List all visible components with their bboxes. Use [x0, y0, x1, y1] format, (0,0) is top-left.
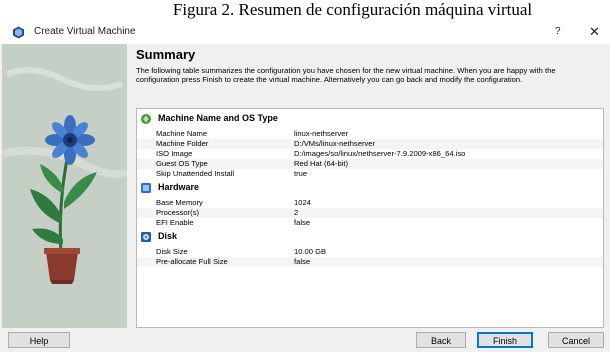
- help-question-button[interactable]: ?: [555, 26, 561, 37]
- wizard-flower-illustration: [2, 44, 127, 328]
- table-row: Disk Size 10.00 GB: [156, 247, 327, 256]
- window-title: Create Virtual Machine: [34, 26, 136, 37]
- table-row: Machine Folder D:/VMs/linux-nethserver: [137, 139, 603, 149]
- table-row: ISO Image D:/images/so/linux/nethserver-7…: [156, 149, 466, 158]
- group-header-machine: Machine Name and OS Type: [137, 112, 603, 126]
- table-row: EFI Enable false: [156, 218, 311, 227]
- finish-button[interactable]: Finish: [477, 332, 533, 348]
- virtualbox-icon: [13, 26, 24, 39]
- help-button[interactable]: Help: [8, 332, 70, 348]
- back-button[interactable]: Back: [416, 332, 466, 348]
- disk-icon: [141, 232, 151, 242]
- hardware-chip-icon: [141, 183, 151, 193]
- summary-page: Summary The following table summarizes t…: [127, 44, 610, 328]
- summary-description: The following table summarizes the confi…: [136, 66, 556, 85]
- table-row: Processor(s) 2: [137, 208, 603, 218]
- create-vm-dialog: Create Virtual Machine ? ✕ Summary The f…: [0, 22, 610, 352]
- group-header-hardware: Hardware: [137, 181, 603, 195]
- table-row: Machine Name linux-nethserver: [156, 129, 349, 138]
- figure-caption: Figura 2. Resumen de configuración máqui…: [172, 0, 533, 19]
- cancel-button[interactable]: Cancel: [548, 332, 604, 348]
- machine-os-icon: [141, 114, 151, 124]
- close-button[interactable]: ✕: [589, 24, 600, 40]
- table-row: Base Memory 1024: [156, 198, 311, 207]
- summary-table[interactable]: Machine Name and OS Type Machine Name lin…: [136, 108, 604, 328]
- group-header-disk: Disk: [137, 230, 603, 244]
- table-row: Pre-allocate Full Size false: [137, 257, 603, 267]
- title-bar: Create Virtual Machine ? ✕: [0, 22, 610, 44]
- button-bar: Help Back Finish Cancel: [0, 328, 610, 352]
- flower-icon: [2, 44, 127, 328]
- page-title: Summary: [136, 47, 196, 62]
- table-row: Skip Unattended Install true: [156, 169, 308, 178]
- table-row: Guest OS Type Red Hat (64-bit): [137, 159, 603, 169]
